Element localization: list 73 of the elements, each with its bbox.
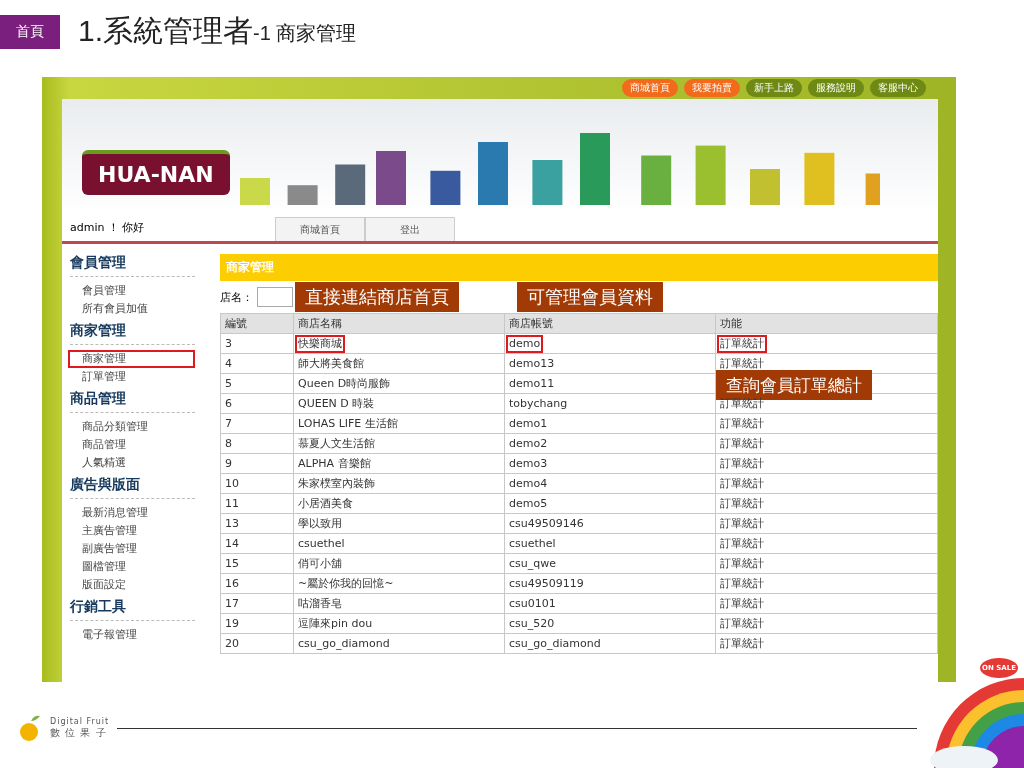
home-tag[interactable]: 首頁 (0, 14, 60, 49)
table-cell: 20 (220, 633, 294, 654)
table-cell: 3 (220, 333, 294, 354)
sidebar-heading: 商家管理 (70, 322, 195, 345)
column-header: 商店名稱 (293, 313, 505, 334)
sidebar-item[interactable]: 商品管理 (68, 436, 195, 454)
search-label: 店名： (220, 289, 253, 305)
nav-link[interactable]: 服務說明 (808, 79, 864, 97)
table-cell-text: csu_go_diamond (508, 635, 602, 652)
table-cell: 19 (220, 613, 294, 634)
order-stats-link[interactable]: 訂單統計 (717, 334, 767, 353)
table-cell: 13 (220, 513, 294, 534)
table-cell: 17 (220, 593, 294, 614)
slide-subtitle: -1 商家管理 (253, 21, 357, 46)
callout: 可管理會員資料 (517, 282, 663, 312)
column-header: 功能 (715, 313, 938, 334)
menu-tab[interactable]: 商城首頁 (275, 217, 365, 241)
table-cell: 14 (220, 533, 294, 554)
sidebar-item[interactable]: 訂單管理 (68, 368, 195, 386)
sidebar-item[interactable]: 商品分類管理 (68, 418, 195, 436)
sidebar-heading: 廣告與版面 (70, 476, 195, 499)
table-cell-text: csu0101 (508, 595, 557, 612)
table-cell-text: csu_520 (508, 615, 556, 632)
table-cell-text: csuethel (508, 535, 557, 552)
column-header: 編號 (220, 313, 294, 334)
store-link[interactable]: 快樂商城 (295, 334, 345, 353)
table-cell: 10 (220, 473, 294, 494)
table-cell-text: tobychang (508, 395, 569, 412)
sidebar-item[interactable]: 最新消息管理 (68, 504, 195, 522)
table-cell-text: demo13 (508, 355, 556, 372)
table-cell: demo (506, 334, 544, 353)
table-cell: 16 (220, 573, 294, 594)
sidebar-item[interactable]: 會員管理 (68, 282, 195, 300)
brand-subtitle: 數 位 果 子 (50, 726, 108, 740)
nav-link[interactable]: 新手上路 (746, 79, 802, 97)
sidebar-item[interactable]: 圖檔管理 (68, 558, 195, 576)
sidebar-item[interactable]: 商家管理 (68, 350, 195, 368)
table-cell-text: demo5 (508, 495, 549, 512)
table-cell-text: csu49509119 (508, 575, 585, 592)
table-cell-text: demo1 (508, 415, 549, 432)
brand-name: Digital Fruit (50, 716, 110, 726)
sidebar-item[interactable]: 電子報管理 (68, 626, 195, 644)
logo: HUA-NAN (82, 150, 230, 195)
sidebar-heading: 會員管理 (70, 254, 195, 277)
table-cell: 6 (220, 393, 294, 414)
callout: 直接連結商店首頁 (295, 282, 459, 312)
panel-header: 商家管理 (220, 254, 938, 281)
table-cell: 7 (220, 413, 294, 434)
nav-link[interactable]: 客服中心 (870, 79, 926, 97)
table-cell: 15 (220, 553, 294, 574)
table-cell: 4 (220, 353, 294, 374)
table-cell-text: csu49509146 (508, 515, 585, 532)
table-cell-text: csu_qwe (508, 555, 557, 572)
table-cell: 5 (220, 373, 294, 394)
table-cell-text: demo11 (508, 375, 556, 392)
column-header: 商店帳號 (504, 313, 716, 334)
table-cell: 11 (220, 493, 294, 514)
sidebar-item[interactable]: 主廣告管理 (68, 522, 195, 540)
table-cell: 9 (220, 453, 294, 474)
table-cell-text: demo2 (508, 435, 549, 452)
greeting: admin ！ 你好 (69, 220, 146, 236)
sidebar-item[interactable]: 副廣告管理 (68, 540, 195, 558)
table-cell: 8 (220, 433, 294, 454)
sidebar-heading: 商品管理 (70, 390, 195, 413)
menu-tab[interactable]: 登出 (365, 217, 455, 241)
table-cell-text: demo4 (508, 475, 549, 492)
sidebar-item[interactable]: 人氣精選 (68, 454, 195, 472)
table-cell-text: demo3 (508, 455, 549, 472)
slide-title: 1.系統管理者 (78, 13, 254, 49)
search-field[interactable] (257, 287, 293, 307)
sidebar-item[interactable]: 所有會員加值 (68, 300, 195, 318)
sidebar-item[interactable]: 版面設定 (68, 576, 195, 594)
sidebar-heading: 行銷工具 (70, 598, 195, 621)
